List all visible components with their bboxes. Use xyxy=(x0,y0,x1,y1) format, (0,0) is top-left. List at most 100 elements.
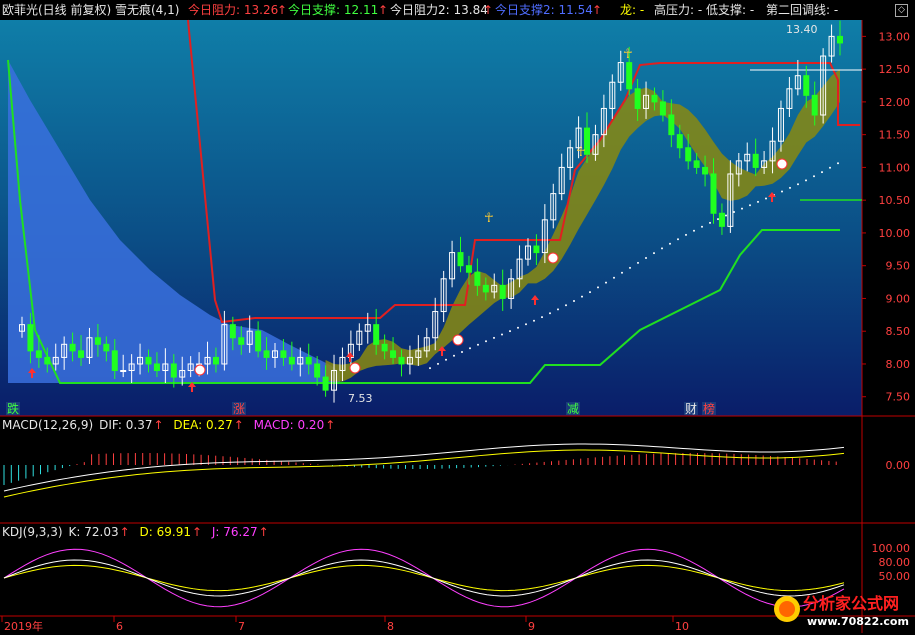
dotted-trail-point xyxy=(565,304,567,307)
candle-body xyxy=(693,160,700,168)
dotted-trail-point xyxy=(709,221,711,224)
candle-body xyxy=(94,337,101,345)
dotted-trail-point xyxy=(605,281,607,284)
dotted-trail-point xyxy=(661,247,663,250)
dotted-trail-point xyxy=(837,162,839,165)
candle-body xyxy=(280,350,287,358)
dotted-trail-point xyxy=(589,291,591,294)
watermark-line2: www.70822.com xyxy=(807,615,909,628)
price-tick-label: 10.50 xyxy=(879,194,911,207)
macd-header: MACD(12,26,9) DIF: 0.37↑ DEA: 0.27↑ MACD:… xyxy=(2,418,336,432)
dotted-trail-point xyxy=(645,256,647,259)
dotted-trail-point xyxy=(637,261,639,264)
candle-body xyxy=(837,35,843,44)
x-tick-label: 7 xyxy=(238,620,245,633)
candle-body xyxy=(35,350,42,358)
price-tick-label: 12.50 xyxy=(879,63,911,76)
candle-body xyxy=(229,324,236,339)
macd-dif-line xyxy=(3,443,845,492)
dotted-trail-point xyxy=(797,183,799,186)
candle-body xyxy=(314,363,321,378)
dotted-trail-point xyxy=(741,207,743,210)
candle-body xyxy=(27,324,34,352)
candle-body xyxy=(710,173,717,214)
candle-body xyxy=(634,88,641,109)
dotted-trail-point xyxy=(805,179,807,182)
macd-dif: DIF: 0.37 xyxy=(99,418,153,432)
signal-circle-icon xyxy=(452,334,464,346)
candle-body xyxy=(398,356,405,365)
candle-body xyxy=(499,284,506,299)
dotted-trail-point xyxy=(677,238,679,241)
kdj-k: K: 72.03 xyxy=(68,525,119,539)
dotted-trail-point xyxy=(613,276,615,279)
dotted-trail-point xyxy=(445,358,447,361)
dotted-trail-point xyxy=(477,343,479,346)
macd-macd: MACD: 0.20 xyxy=(253,418,325,432)
dotted-trail-point xyxy=(501,333,503,336)
candle-body xyxy=(238,337,245,345)
watermark-line1: 分析家公式网 xyxy=(803,594,899,613)
dotted-trail-point xyxy=(693,229,695,232)
signal-circle-icon xyxy=(349,362,361,374)
candle-body xyxy=(322,376,329,391)
candle-body xyxy=(803,75,810,96)
dotted-trail-point xyxy=(813,175,815,178)
candle-body xyxy=(78,350,85,358)
candle-body xyxy=(651,94,658,103)
candle-body xyxy=(263,350,270,358)
candle-body xyxy=(811,94,818,116)
dotted-trail-point xyxy=(749,204,751,207)
candle-body xyxy=(103,343,110,352)
candle-body xyxy=(255,330,262,352)
candle-body xyxy=(373,324,380,345)
candle-body xyxy=(153,363,160,372)
x-tick-label: 6 xyxy=(116,620,123,633)
kdj-tick-label: 80.00 xyxy=(879,556,911,569)
candle-body xyxy=(676,134,683,149)
macd-tick-label: 0.00 xyxy=(886,459,911,472)
dotted-trail-point xyxy=(581,295,583,298)
price-tick-label: 8.00 xyxy=(886,358,911,371)
dotted-trail-point xyxy=(485,340,487,343)
candle-body xyxy=(170,363,177,378)
signal-label: 跌 xyxy=(7,401,19,416)
runner-icon: ☥ xyxy=(484,211,494,226)
macd-title: MACD(12,26,9) xyxy=(2,418,94,432)
dotted-trail-point xyxy=(621,271,623,274)
price-tick-label: 9.00 xyxy=(886,292,911,305)
candle-body xyxy=(668,114,675,136)
stock-chart-window: 欧菲光(日线 前复权) 雪无痕(4,1) 今日阻力: 13.26 ↑ 今日支撑:… xyxy=(0,0,915,633)
candle-body xyxy=(69,343,76,352)
x-tick-label: 9 xyxy=(528,620,535,633)
candle-body xyxy=(533,245,540,254)
min-price-label: 7.53 xyxy=(348,392,373,405)
candle-body xyxy=(457,252,464,267)
dotted-trail-point xyxy=(469,347,471,350)
kdj-tick-label: 50.00 xyxy=(879,570,911,583)
runner-icon: ☥ xyxy=(576,145,586,160)
kdj-k-line xyxy=(3,559,845,597)
price-tick-label: 8.50 xyxy=(886,325,911,338)
dotted-trail-point xyxy=(597,286,599,289)
runner-icon: ☥ xyxy=(623,47,633,62)
x-tick-label: 2019年 xyxy=(4,619,43,633)
candle-body xyxy=(482,284,489,293)
candle-body xyxy=(465,265,472,273)
dotted-trail-point xyxy=(765,197,767,200)
candle-body xyxy=(212,356,219,365)
dotted-trail-point xyxy=(701,225,703,228)
price-tick-label: 13.00 xyxy=(879,30,911,43)
dotted-trail-point xyxy=(629,266,631,269)
dotted-trail-point xyxy=(717,218,719,221)
price-tick-label: 7.50 xyxy=(886,391,911,404)
signal-circle-icon xyxy=(194,364,206,376)
signal-label: 榜 xyxy=(703,401,715,416)
candle-body xyxy=(752,153,759,168)
candle-body xyxy=(120,370,127,373)
price-tick-label: 12.00 xyxy=(879,96,911,109)
signal-label: 财 xyxy=(685,402,697,416)
candle-body xyxy=(44,356,51,365)
kdj-d: D: 69.91 xyxy=(139,525,191,539)
dotted-trail-point xyxy=(821,171,823,174)
